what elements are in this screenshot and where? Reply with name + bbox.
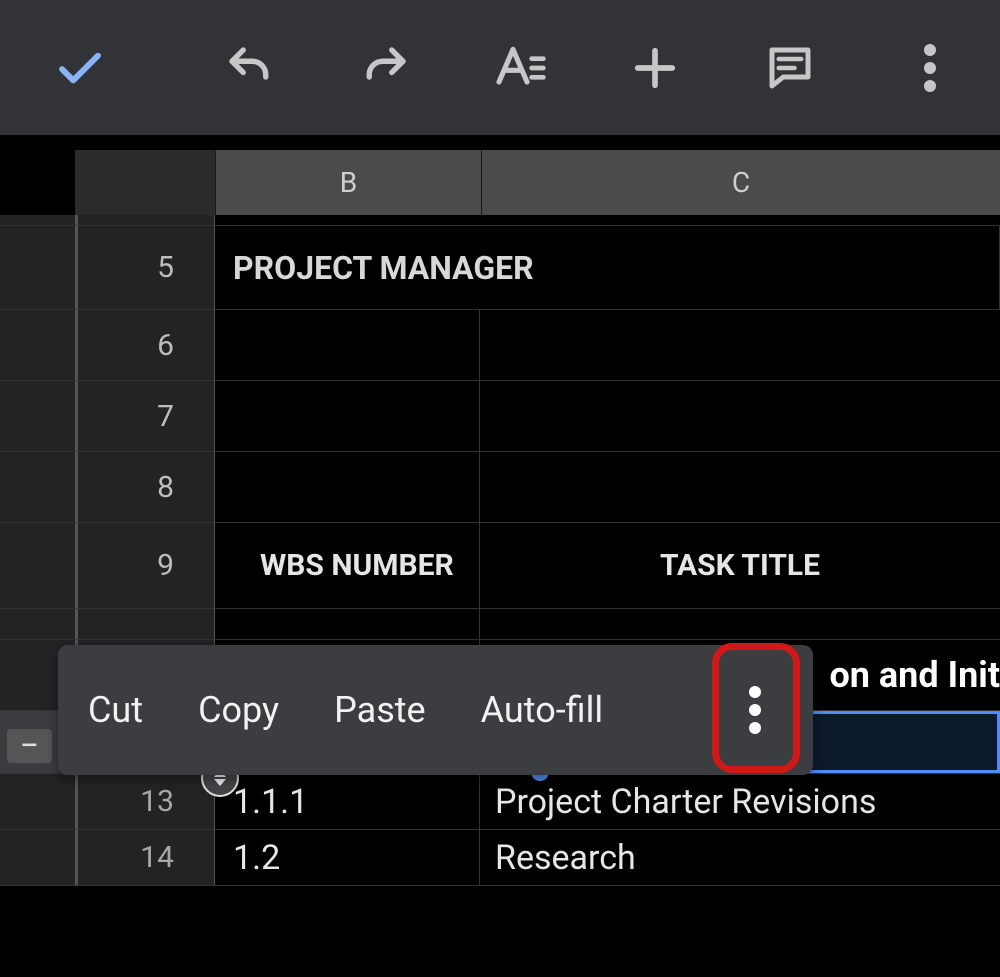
row-number-label: 14 (140, 840, 174, 875)
row-5[interactable]: 5 PROJECT MANAGER (0, 226, 1000, 310)
row-number[interactable]: 6 (0, 310, 215, 380)
text-format-button[interactable] (490, 40, 550, 96)
toolbar (0, 0, 1000, 135)
row-6[interactable]: 6 (0, 310, 1000, 381)
row-number[interactable]: 7 (0, 381, 215, 451)
row-number[interactable]: 5 (0, 226, 215, 309)
row-gap (0, 609, 1000, 640)
cell-b14[interactable]: 1.2 (215, 830, 480, 885)
cell-c13[interactable]: Project Charter Revisions (480, 774, 1000, 829)
row-14[interactable]: 14 1.2 Research (0, 830, 1000, 886)
row-13[interactable]: 13 1.1.1 Project Charter Revisions (0, 774, 1000, 830)
column-headers: B C (75, 150, 1000, 215)
cell-b13[interactable]: 1.1.1 (215, 774, 480, 829)
cell-b6[interactable] (215, 310, 480, 380)
row-number-label: 7 (157, 399, 174, 434)
cell-b8[interactable] (215, 452, 480, 522)
spreadsheet: B C 5 PROJECT MANAGER 6 7 8 9 WBS NUMBER… (0, 135, 1000, 977)
row-number-label: 8 (157, 470, 174, 505)
row-7[interactable]: 7 (0, 381, 1000, 452)
context-menu-cut[interactable]: Cut (88, 689, 143, 731)
row-number-label: 13 (140, 784, 174, 819)
cell-c7[interactable] (480, 381, 1000, 451)
column-header-c[interactable]: C (482, 150, 1000, 215)
row-number-label: 9 (157, 548, 174, 583)
accept-button[interactable] (50, 41, 110, 95)
row-9[interactable]: 9 WBS NUMBER TASK TITLE (0, 523, 1000, 609)
cell-b7[interactable] (215, 381, 480, 451)
row-number[interactable]: 9 (0, 523, 215, 608)
context-menu-paste[interactable]: Paste (334, 689, 426, 731)
context-menu-more-button[interactable] (727, 682, 783, 738)
row-number[interactable]: 8 (0, 452, 215, 522)
row-8[interactable]: 8 (0, 452, 1000, 523)
cell-c14[interactable]: Research (480, 830, 1000, 885)
cell-c6[interactable] (480, 310, 1000, 380)
cell-b5[interactable]: PROJECT MANAGER (215, 226, 1000, 309)
comment-button[interactable] (760, 41, 820, 95)
undo-button[interactable] (220, 41, 280, 95)
cell-b9[interactable]: WBS NUMBER (215, 523, 480, 608)
rows-area: 5 PROJECT MANAGER 6 7 8 9 WBS NUMBER TAS… (0, 215, 1000, 977)
row-number-label: 6 (157, 328, 174, 363)
column-header-a[interactable] (75, 150, 216, 215)
column-header-b[interactable]: B (216, 150, 482, 215)
row-number[interactable]: 13 (0, 774, 215, 829)
context-menu-autofill[interactable]: Auto-fill (481, 689, 604, 731)
context-menu: Cut Copy Paste Auto-fill (58, 645, 813, 775)
cell-c9[interactable]: TASK TITLE (480, 523, 1000, 608)
cell-c8[interactable] (480, 452, 1000, 522)
insert-button[interactable] (625, 42, 685, 94)
redo-button[interactable] (355, 41, 415, 95)
row-number-label: 5 (157, 250, 174, 285)
group-collapse-button[interactable]: − (7, 729, 52, 763)
toolbar-more-button[interactable] (910, 44, 950, 92)
context-menu-copy[interactable]: Copy (198, 689, 279, 731)
row-number[interactable]: 14 (0, 830, 215, 885)
